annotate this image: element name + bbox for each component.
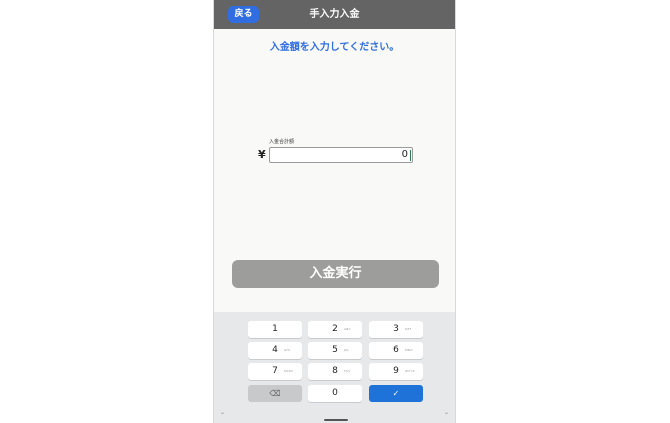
key-digit: 5: [332, 345, 338, 355]
key-1[interactable]: 1: [248, 321, 302, 338]
key-4[interactable]: 4 GHI: [248, 342, 302, 359]
key-letters: DEF: [405, 327, 412, 331]
key-digit: 3: [393, 324, 399, 334]
key-letters: PQRS: [284, 369, 293, 373]
backspace-key[interactable]: ⌫: [248, 385, 302, 402]
numeric-keypad: 1 2 ABC 3 DEF 4 GHI 5 JKL 6 MNO 7 PQRS 8…: [214, 312, 455, 423]
backspace-icon: ⌫: [269, 389, 281, 398]
app-bar: 戻る 手入力入金: [214, 0, 455, 29]
amount-input[interactable]: 0: [269, 147, 413, 163]
key-letters: TUV: [344, 369, 351, 373]
key-7[interactable]: 7 PQRS: [248, 363, 302, 380]
collapse-keyboard-icon[interactable]: ⌄: [220, 409, 225, 416]
amount-value: 0: [401, 149, 408, 160]
execute-deposit-button[interactable]: 入金実行: [232, 260, 439, 288]
key-5[interactable]: 5 JKL: [308, 342, 362, 359]
key-letters: JKL: [344, 348, 350, 352]
amount-label: 入金合計額: [269, 139, 295, 145]
key-digit: 0: [332, 388, 338, 398]
key-digit: 8: [332, 366, 338, 376]
key-8[interactable]: 8 TUV: [308, 363, 362, 380]
switch-keyboard-icon[interactable]: ⌄: [444, 409, 449, 416]
key-3[interactable]: 3 DEF: [369, 321, 423, 338]
key-digit: 4: [272, 345, 278, 355]
text-caret: [410, 150, 411, 161]
currency-symbol: ¥: [258, 148, 266, 161]
app-screen: 戻る 手入力入金 入金額を入力してください。 入金合計額 ¥ 0 入金実行 1 …: [213, 0, 456, 423]
key-letters: MNO: [405, 348, 413, 352]
page-title: 手入力入金: [309, 9, 360, 20]
checkmark-icon: ✓: [392, 389, 400, 398]
key-9[interactable]: 9 WXYZ: [369, 363, 423, 380]
key-digit: 1: [272, 324, 278, 334]
key-digit: 9: [393, 366, 399, 376]
home-indicator[interactable]: [324, 419, 348, 421]
instruction-text: 入金額を入力してください。: [269, 42, 400, 53]
key-digit: 7: [272, 366, 278, 376]
key-2[interactable]: 2 ABC: [308, 321, 362, 338]
key-6[interactable]: 6 MNO: [369, 342, 423, 359]
done-key[interactable]: ✓: [369, 385, 423, 402]
key-letters: GHI: [284, 348, 291, 352]
key-digit: 6: [393, 345, 399, 355]
key-letters: ABC: [344, 327, 351, 331]
key-0[interactable]: 0: [308, 385, 362, 402]
key-digit: 2: [332, 324, 338, 334]
key-letters: WXYZ: [405, 369, 415, 373]
